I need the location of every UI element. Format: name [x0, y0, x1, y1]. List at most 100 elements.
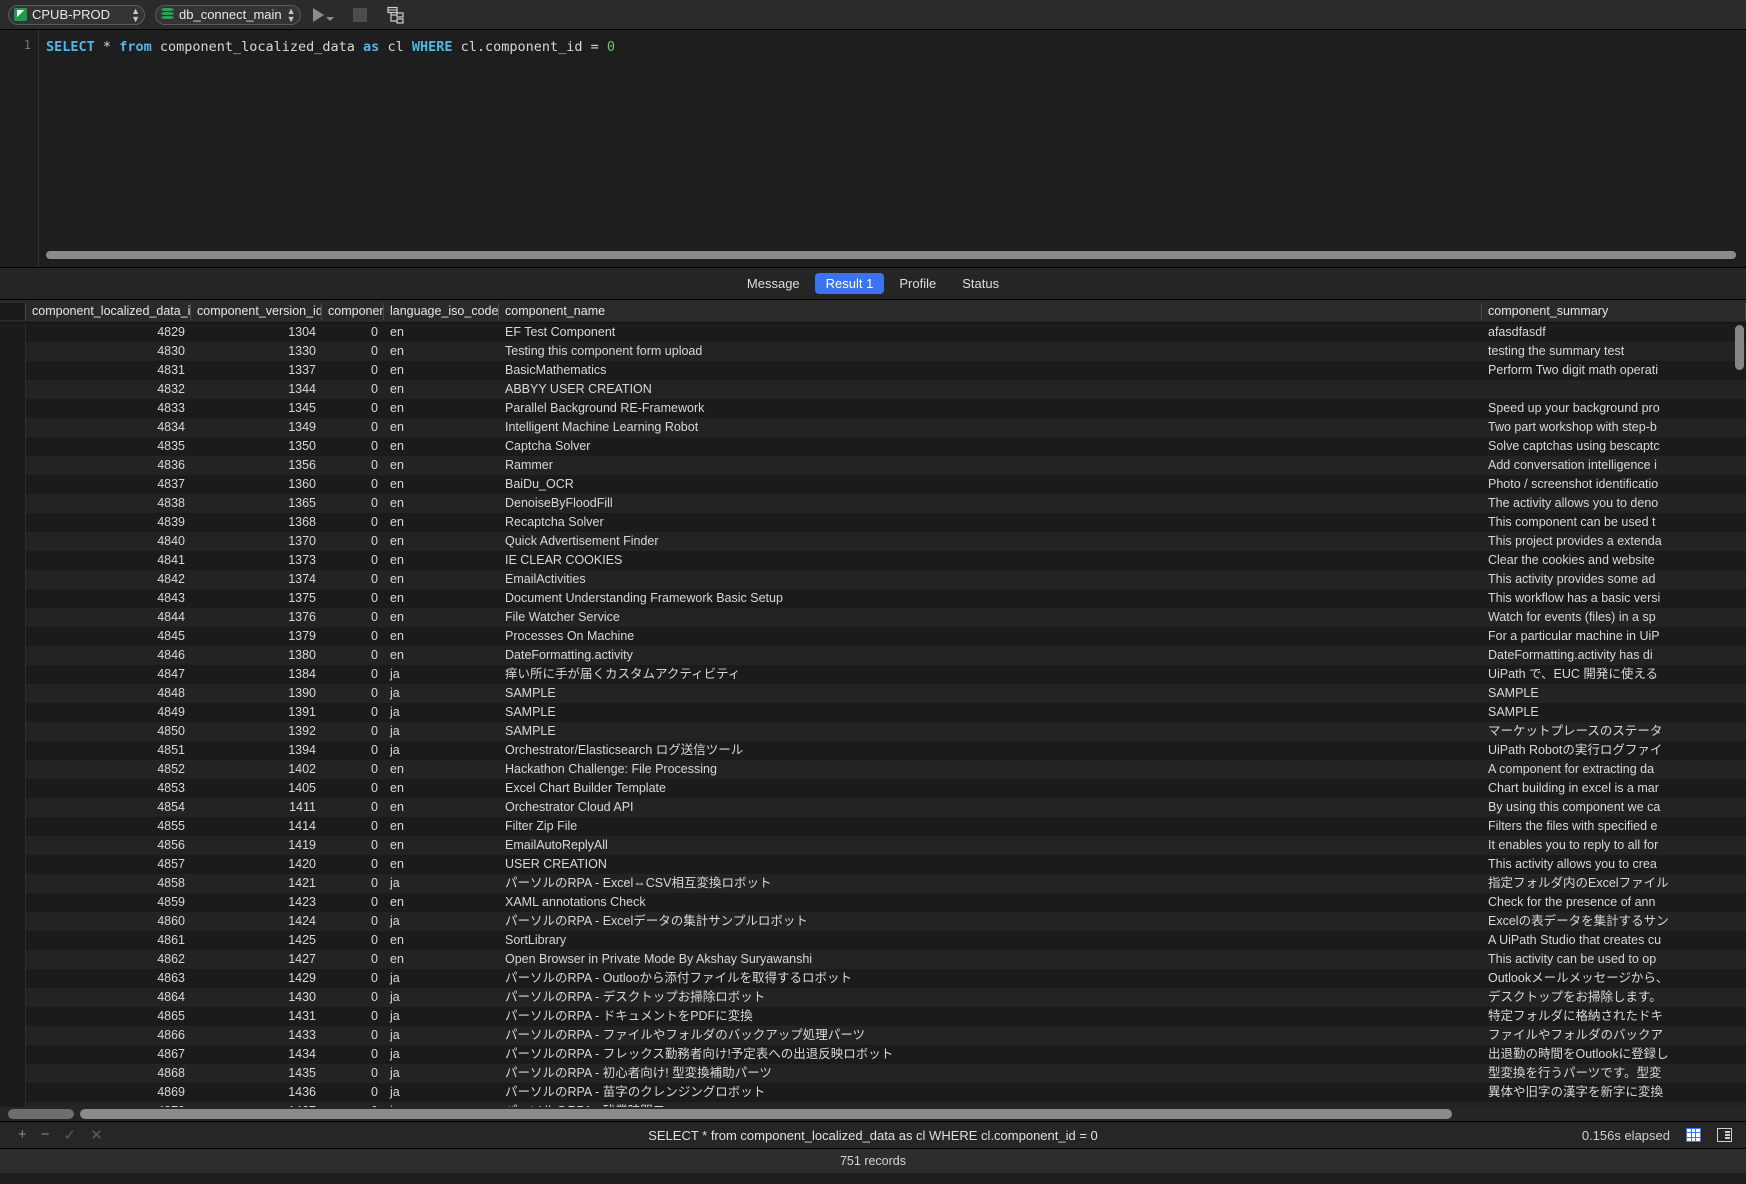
cell-component_summary[interactable]: SAMPLE — [1482, 703, 1746, 722]
cell-component_name[interactable]: EmailAutoReplyAll — [499, 836, 1482, 855]
cell-component_summary[interactable]: Watch for events (files) in a sp — [1482, 608, 1746, 627]
row-selector[interactable] — [0, 855, 26, 874]
grid-vertical-scrollbar[interactable] — [1735, 325, 1744, 1097]
cell-component_name[interactable]: Captcha Solver — [499, 437, 1482, 456]
cell-component_summary[interactable]: Chart building in excel is a mar — [1482, 779, 1746, 798]
cell-component_version_id[interactable]: 1427 — [191, 950, 322, 969]
cell-component_name[interactable]: USER CREATION — [499, 855, 1482, 874]
cell-component_id[interactable]: 0 — [322, 399, 384, 418]
cell-component_summary[interactable]: デスクトップをお掃除します。 — [1482, 988, 1746, 1007]
cell-component_localized_data_id[interactable]: 4835 — [26, 437, 191, 456]
cell-component_name[interactable]: Quick Advertisement Finder — [499, 532, 1482, 551]
cell-component_version_id[interactable]: 1424 — [191, 912, 322, 931]
cell-component_name[interactable]: Recaptcha Solver — [499, 513, 1482, 532]
cell-component_localized_data_id[interactable]: 4844 — [26, 608, 191, 627]
row-selector[interactable] — [0, 931, 26, 950]
grid-horizontal-scrollbar[interactable] — [0, 1107, 1746, 1121]
cell-component_localized_data_id[interactable]: 4838 — [26, 494, 191, 513]
row-selector[interactable] — [0, 418, 26, 437]
cell-component_id[interactable]: 0 — [322, 475, 384, 494]
cell-component_id[interactable]: 0 — [322, 950, 384, 969]
cell-component_localized_data_id[interactable]: 4846 — [26, 646, 191, 665]
table-row[interactable]: 4843 1375 0 en Document Understanding Framew… — [0, 589, 1746, 608]
cell-component_id[interactable]: 0 — [322, 893, 384, 912]
row-selector[interactable] — [0, 1026, 26, 1045]
row-selector[interactable] — [0, 779, 26, 798]
horizontal-scroll-thumb[interactable] — [80, 1109, 1452, 1119]
cell-component_summary[interactable]: マーケットプレースのステータ — [1482, 722, 1746, 741]
row-selector[interactable] — [0, 608, 26, 627]
cell-component_version_id[interactable]: 1350 — [191, 437, 322, 456]
cell-component_id[interactable]: 0 — [322, 570, 384, 589]
cell-component_id[interactable]: 0 — [322, 456, 384, 475]
cell-component_version_id[interactable]: 1330 — [191, 342, 322, 361]
row-selector[interactable] — [0, 1083, 26, 1102]
cell-component_localized_data_id[interactable]: 4869 — [26, 1083, 191, 1102]
cell-component_summary[interactable]: Speed up your background pro — [1482, 399, 1746, 418]
cell-component_name[interactable]: Orchestrator/Elasticsearch ログ送信ツール — [499, 741, 1482, 760]
column-header-component_name[interactable]: component_name — [499, 302, 1482, 320]
cell-component_version_id[interactable]: 1345 — [191, 399, 322, 418]
tab-status[interactable]: Status — [951, 273, 1010, 294]
cell-component_version_id[interactable]: 1421 — [191, 874, 322, 893]
cell-language_iso_code[interactable]: ja — [384, 722, 499, 741]
cell-language_iso_code[interactable]: ja — [384, 684, 499, 703]
cell-component_name[interactable]: Processes On Machine — [499, 627, 1482, 646]
cell-component_name[interactable]: SAMPLE — [499, 703, 1482, 722]
editor-horizontal-scrollbar[interactable] — [46, 251, 1736, 259]
cell-component_name[interactable]: Open Browser in Private Mode By Akshay S… — [499, 950, 1482, 969]
table-row[interactable]: 4841 1373 0 en IE CLEAR COOKIES Clear the coo… — [0, 551, 1746, 570]
cell-component_id[interactable]: 0 — [322, 969, 384, 988]
cell-component_version_id[interactable]: 1433 — [191, 1026, 322, 1045]
cell-component_version_id[interactable]: 1419 — [191, 836, 322, 855]
table-row[interactable]: 4862 1427 0 en Open Browser in Private Mode … — [0, 950, 1746, 969]
cell-language_iso_code[interactable]: en — [384, 475, 499, 494]
cell-component_id[interactable]: 0 — [322, 912, 384, 931]
cell-component_summary[interactable]: By using this component we ca — [1482, 798, 1746, 817]
cell-component_localized_data_id[interactable]: 4856 — [26, 836, 191, 855]
cell-component_name[interactable]: SortLibrary — [499, 931, 1482, 950]
row-selector[interactable] — [0, 969, 26, 988]
cell-component_localized_data_id[interactable]: 4843 — [26, 589, 191, 608]
cell-component_summary[interactable]: 出退勤の時間をOutlookに登録し — [1482, 1045, 1746, 1064]
cell-component_localized_data_id[interactable]: 4866 — [26, 1026, 191, 1045]
cell-component_id[interactable]: 0 — [322, 646, 384, 665]
cell-component_localized_data_id[interactable]: 4836 — [26, 456, 191, 475]
cell-component_localized_data_id[interactable]: 4831 — [26, 361, 191, 380]
cell-component_version_id[interactable]: 1420 — [191, 855, 322, 874]
cell-component_name[interactable]: SAMPLE — [499, 684, 1482, 703]
cell-component_version_id[interactable]: 1423 — [191, 893, 322, 912]
cell-component_id[interactable]: 0 — [322, 760, 384, 779]
cell-component_id[interactable]: 0 — [322, 380, 384, 399]
cell-language_iso_code[interactable]: ja — [384, 969, 499, 988]
cell-component_id[interactable]: 0 — [322, 627, 384, 646]
table-row[interactable]: 4848 1390 0 ja SAMPLE SAMPLE — [0, 684, 1746, 703]
cell-component_name[interactable]: パーソルのRPA - Excel⇔CSV相互変換ロボット — [499, 874, 1482, 893]
cell-component_summary[interactable]: This workflow has a basic versi — [1482, 589, 1746, 608]
cell-component_summary[interactable]: ファイルやフォルダのバックア — [1482, 1026, 1746, 1045]
cell-component_localized_data_id[interactable]: 4834 — [26, 418, 191, 437]
row-selector[interactable] — [0, 437, 26, 456]
row-selector[interactable] — [0, 513, 26, 532]
cell-component_localized_data_id[interactable]: 4837 — [26, 475, 191, 494]
cell-language_iso_code[interactable]: ja — [384, 1083, 499, 1102]
cell-component_name[interactable]: EmailActivities — [499, 570, 1482, 589]
table-row[interactable]: 4851 1394 0 ja Orchestrator/Elasticsearch ログ… — [0, 741, 1746, 760]
run-query-button[interactable] — [311, 3, 337, 27]
column-header-component_version_id[interactable]: component_version_id — [191, 302, 322, 320]
cell-component_version_id[interactable]: 1368 — [191, 513, 322, 532]
cell-language_iso_code[interactable]: en — [384, 817, 499, 836]
cell-component_summary[interactable] — [1482, 380, 1746, 399]
table-row[interactable]: 4863 1429 0 ja パーソルのRPA - Outlooから添付ファイルを取得す… — [0, 969, 1746, 988]
cell-component_summary[interactable]: Photo / screenshot identificatio — [1482, 475, 1746, 494]
cell-component_version_id[interactable]: 1429 — [191, 969, 322, 988]
table-row[interactable]: 4853 1405 0 en Excel Chart Builder Template C… — [0, 779, 1746, 798]
row-selector[interactable] — [0, 1045, 26, 1064]
cell-language_iso_code[interactable]: ja — [384, 703, 499, 722]
table-row[interactable]: 4850 1392 0 ja SAMPLE マーケットプレースのステータ — [0, 722, 1746, 741]
cell-component_summary[interactable]: SAMPLE — [1482, 684, 1746, 703]
cell-language_iso_code[interactable]: ja — [384, 1007, 499, 1026]
row-selector[interactable] — [0, 1064, 26, 1083]
cell-component_summary[interactable]: 特定フォルダに格納されたドキ — [1482, 1007, 1746, 1026]
cell-component_summary[interactable]: UiPath Robotの実行ログファイ — [1482, 741, 1746, 760]
